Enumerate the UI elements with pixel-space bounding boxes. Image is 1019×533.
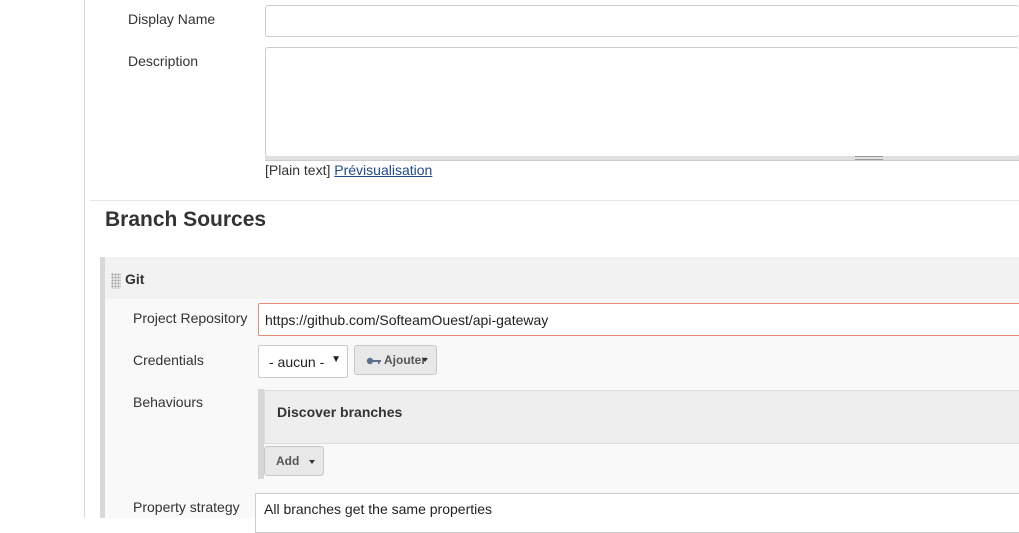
- key-icon: [366, 357, 381, 365]
- drag-handle-icon[interactable]: [111, 273, 121, 289]
- behaviour-item-discover-branches[interactable]: Discover branches: [264, 390, 1019, 444]
- add-credentials-label: Ajouter: [384, 353, 426, 367]
- job-config-form: Display Name Description [Plain text] Pr…: [85, 0, 1019, 533]
- add-behaviour-button[interactable]: Add: [264, 446, 324, 476]
- credentials-select[interactable]: - aucun - ▼: [258, 345, 348, 378]
- textarea-resize-bar[interactable]: [265, 156, 1019, 161]
- chevron-down-icon: [309, 460, 315, 464]
- description-label: Description: [128, 53, 199, 69]
- chevron-down-icon: ▼: [331, 354, 341, 365]
- description-format-row: [Plain text] Prévisualisation: [265, 162, 432, 178]
- property-strategy-label: Property strategy: [133, 499, 240, 515]
- project-repository-label: Project Repository: [133, 310, 248, 326]
- display-name-input[interactable]: [265, 5, 1019, 37]
- git-source-block: Git Project Repository https://github.co…: [100, 257, 1019, 533]
- project-repository-input[interactable]: https://github.com/SofteamOuest/api-gate…: [258, 303, 1019, 336]
- add-behaviour-label: Add: [276, 454, 300, 468]
- add-credentials-button[interactable]: Ajouter: [354, 345, 437, 375]
- section-divider: [90, 200, 1019, 201]
- display-name-label: Display Name: [128, 11, 216, 27]
- git-header: Git: [105, 257, 1019, 299]
- resize-grip-icon: [855, 156, 883, 160]
- behaviours-container: Discover branches Add: [258, 389, 1019, 479]
- git-title: Git: [125, 271, 145, 287]
- chevron-down-icon: [422, 358, 428, 362]
- section-title: Branch Sources: [105, 208, 267, 231]
- credentials-selected-value: - aucun -: [269, 354, 325, 370]
- behaviour-item-label: Discover branches: [277, 404, 403, 420]
- format-label: [Plain text]: [265, 162, 331, 178]
- property-strategy-select[interactable]: All branches get the same properties: [255, 493, 1019, 533]
- credentials-label: Credentials: [133, 352, 204, 368]
- preview-link[interactable]: Prévisualisation: [334, 162, 432, 178]
- behaviours-label: Behaviours: [133, 394, 204, 410]
- side-panel: [0, 0, 85, 518]
- description-textarea[interactable]: [265, 47, 1019, 157]
